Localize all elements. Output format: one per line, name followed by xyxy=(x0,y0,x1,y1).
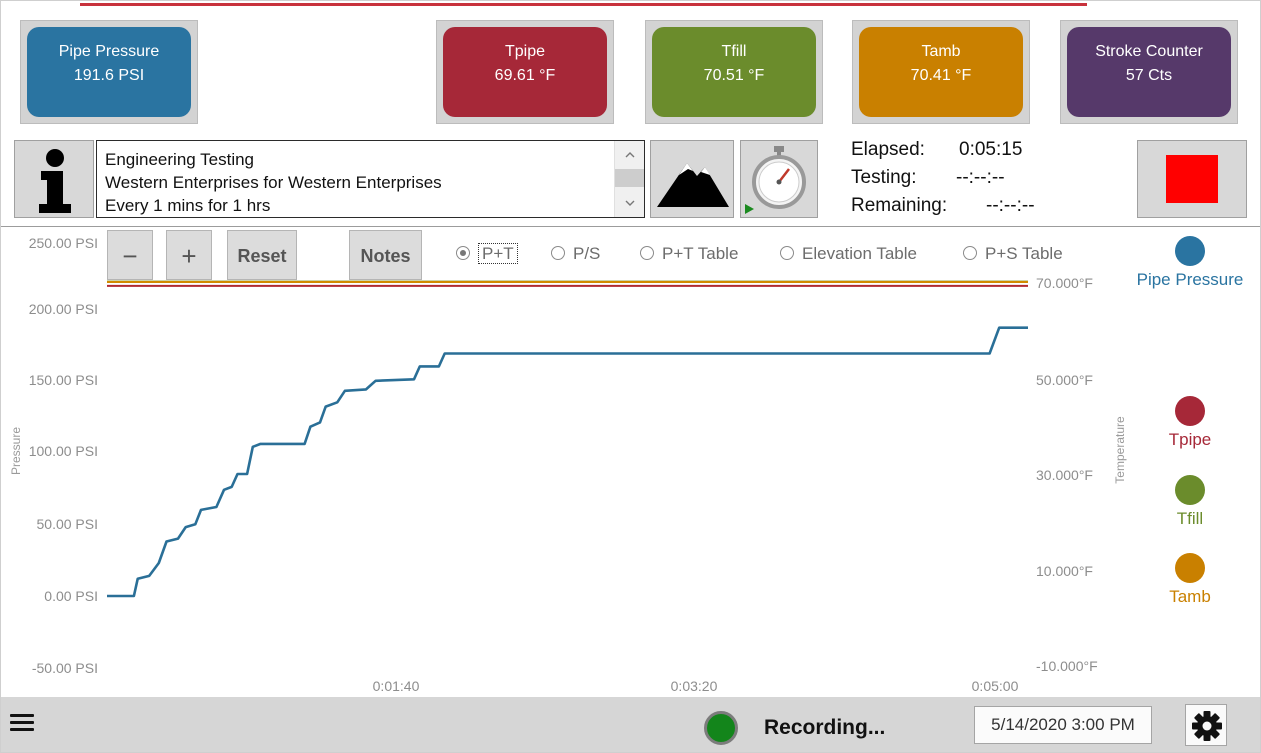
legend-label: Tfill xyxy=(1176,509,1204,528)
legend-label: Tpipe xyxy=(1168,430,1212,449)
recording-indicator xyxy=(704,711,738,745)
series-pipe-pressure xyxy=(107,326,1028,598)
pressure-temperature-chart[interactable] xyxy=(0,0,1261,753)
legend-dot xyxy=(1175,396,1205,426)
legend-dot xyxy=(1175,475,1205,505)
settings-button[interactable] xyxy=(1185,704,1227,746)
datetime-field[interactable]: 5/14/2020 3:00 PM xyxy=(974,706,1152,744)
legend-dot xyxy=(1175,236,1205,266)
legend-tamb[interactable]: Tamb xyxy=(1150,553,1230,607)
recording-status: Recording... xyxy=(764,716,886,739)
legend-dot xyxy=(1175,553,1205,583)
gear-icon xyxy=(1192,711,1222,741)
legend-pipe-pressure[interactable]: Pipe Pressure xyxy=(1130,236,1250,290)
legend-tpipe[interactable]: Tpipe xyxy=(1150,396,1230,450)
legend-tfill[interactable]: Tfill xyxy=(1150,475,1230,529)
legend-label: Tamb xyxy=(1169,587,1211,606)
legend-label: Pipe Pressure xyxy=(1136,270,1244,289)
hamburger-icon[interactable] xyxy=(10,711,34,735)
